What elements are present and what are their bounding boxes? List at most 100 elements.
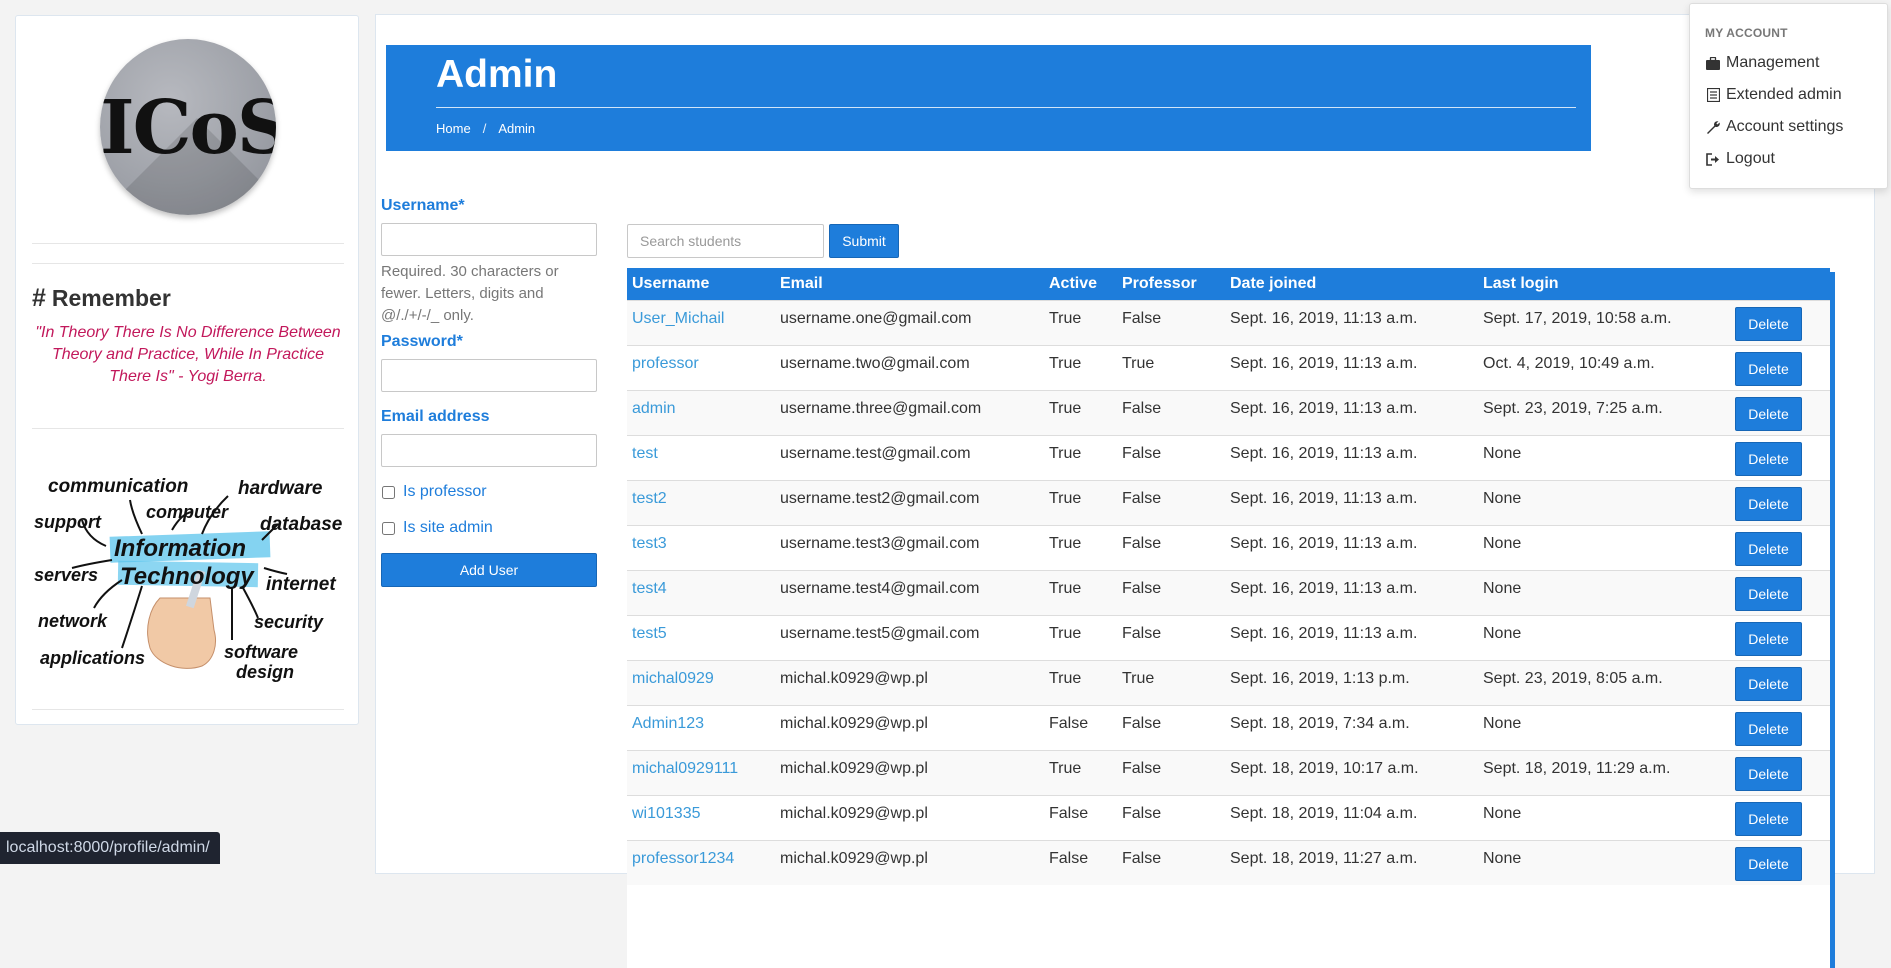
actions-cell: Delete <box>1730 299 1830 345</box>
is-professor-label: Is professor <box>403 483 487 500</box>
browser-status-url: localhost:8000/profile/admin/ <box>0 832 220 864</box>
username-cell[interactable]: test <box>627 434 775 480</box>
information-technology-graphic: communication hardware support computer … <box>34 476 343 682</box>
date-joined-cell: Sept. 16, 2019, 1:13 p.m. <box>1225 659 1478 705</box>
email-cell: username.test4@gmail.com <box>775 569 1044 615</box>
delete-button[interactable]: Delete <box>1735 576 1802 611</box>
divider <box>32 243 344 244</box>
wrench-icon <box>1705 119 1721 135</box>
professor-cell: False <box>1117 434 1225 480</box>
users-table: Username Email Active Professor Date joi… <box>627 268 1830 885</box>
table-row: test2 username.test2@gmail.com True False Se… <box>627 479 1830 525</box>
active-cell: True <box>1044 569 1117 615</box>
word-network: network <box>38 611 108 631</box>
username-cell[interactable]: test3 <box>627 524 775 570</box>
last-login-cell: None <box>1478 569 1730 615</box>
table-row: michal0929111 michal.k0929@wp.pl True False… <box>627 749 1830 795</box>
banner-divider <box>436 107 1576 108</box>
active-cell: True <box>1044 389 1117 435</box>
breadcrumb: Home / Admin <box>436 121 535 136</box>
email-input[interactable] <box>381 434 597 467</box>
delete-button[interactable]: Delete <box>1735 531 1802 566</box>
search-students-input[interactable] <box>627 224 824 258</box>
delete-button[interactable]: Delete <box>1735 306 1802 341</box>
active-cell: True <box>1044 524 1117 570</box>
divider <box>32 263 344 264</box>
breadcrumb-current: Admin <box>498 121 536 136</box>
date-joined-cell: Sept. 18, 2019, 11:27 a.m. <box>1225 839 1478 885</box>
password-input[interactable] <box>381 359 597 392</box>
date-joined-cell: Sept. 16, 2019, 11:13 a.m. <box>1225 569 1478 615</box>
username-cell[interactable]: professor1234 <box>627 839 775 885</box>
menu-item-account-settings[interactable]: Account settings <box>1705 118 1843 136</box>
delete-button[interactable]: Delete <box>1735 486 1802 521</box>
is-site-admin-checkbox[interactable] <box>382 521 395 535</box>
breadcrumb-home-link[interactable]: Home <box>436 121 471 136</box>
list-icon <box>1705 87 1721 103</box>
menu-item-management[interactable]: Management <box>1705 54 1819 72</box>
menu-item-label: Extended admin <box>1726 86 1842 103</box>
username-cell[interactable]: test4 <box>627 569 775 615</box>
table-row: admin username.three@gmail.com True False Se… <box>627 389 1830 435</box>
menu-item-label: Logout <box>1726 150 1775 167</box>
email-cell: username.one@gmail.com <box>775 299 1044 345</box>
delete-button[interactable]: Delete <box>1735 666 1802 701</box>
logo-text: ICoS <box>100 85 276 171</box>
word-internet: internet <box>266 574 336 595</box>
professor-cell: False <box>1117 479 1225 525</box>
last-login-cell: None <box>1478 434 1730 480</box>
username-input[interactable] <box>381 223 597 256</box>
professor-cell: False <box>1117 839 1225 885</box>
word-software: software <box>224 642 298 662</box>
professor-cell: False <box>1117 299 1225 345</box>
column-header-active: Active <box>1044 268 1117 300</box>
username-cell[interactable]: test5 <box>627 614 775 660</box>
table-row: professor1234 michal.k0929@wp.pl False Fals… <box>627 839 1830 885</box>
last-login-cell: Sept. 23, 2019, 7:25 a.m. <box>1478 389 1730 435</box>
word-technology: Technology <box>120 563 255 590</box>
column-header-username: Username <box>627 268 775 300</box>
active-cell: False <box>1044 839 1117 885</box>
delete-button[interactable]: Delete <box>1735 396 1802 431</box>
word-database: database <box>260 514 343 535</box>
professor-cell: False <box>1117 389 1225 435</box>
last-login-cell: None <box>1478 524 1730 570</box>
last-login-cell: None <box>1478 614 1730 660</box>
delete-button[interactable]: Delete <box>1735 441 1802 476</box>
username-cell[interactable]: wi101335 <box>627 794 775 840</box>
username-cell[interactable]: michal0929111 <box>627 749 775 795</box>
menu-item-logout[interactable]: Logout <box>1705 150 1775 168</box>
delete-button[interactable]: Delete <box>1735 621 1802 656</box>
is-professor-checkbox[interactable] <box>382 485 395 499</box>
email-cell: username.test5@gmail.com <box>775 614 1044 660</box>
is-site-admin-label: Is site admin <box>403 519 493 536</box>
username-cell[interactable]: test2 <box>627 479 775 525</box>
delete-button[interactable]: Delete <box>1735 801 1802 836</box>
account-menu-header: MY ACCOUNT <box>1705 26 1788 40</box>
remember-title: Remember <box>51 285 171 311</box>
delete-button[interactable]: Delete <box>1735 756 1802 791</box>
delete-button[interactable]: Delete <box>1735 711 1802 746</box>
actions-cell: Delete <box>1730 434 1830 480</box>
last-login-cell: Oct. 4, 2019, 10:49 a.m. <box>1478 344 1730 390</box>
username-cell[interactable]: professor <box>627 344 775 390</box>
email-cell: username.two@gmail.com <box>775 344 1044 390</box>
username-cell[interactable]: Admin123 <box>627 704 775 750</box>
menu-item-extended-admin[interactable]: Extended admin <box>1705 86 1842 104</box>
add-user-button[interactable]: Add User <box>381 553 597 587</box>
delete-button[interactable]: Delete <box>1735 351 1802 386</box>
column-header-email: Email <box>775 268 1044 300</box>
divider <box>32 428 344 429</box>
professor-cell: True <box>1117 344 1225 390</box>
actions-cell: Delete <box>1730 569 1830 615</box>
last-login-cell: Sept. 18, 2019, 11:29 a.m. <box>1478 749 1730 795</box>
icos-logo: ICoS <box>100 39 276 215</box>
actions-cell: Delete <box>1730 839 1830 885</box>
search-submit-button[interactable]: Submit <box>829 224 899 258</box>
username-cell[interactable]: admin <box>627 389 775 435</box>
professor-cell: False <box>1117 749 1225 795</box>
active-cell: True <box>1044 434 1117 480</box>
username-cell[interactable]: User_Michail <box>627 299 775 345</box>
username-cell[interactable]: michal0929 <box>627 659 775 705</box>
divider <box>32 709 344 710</box>
